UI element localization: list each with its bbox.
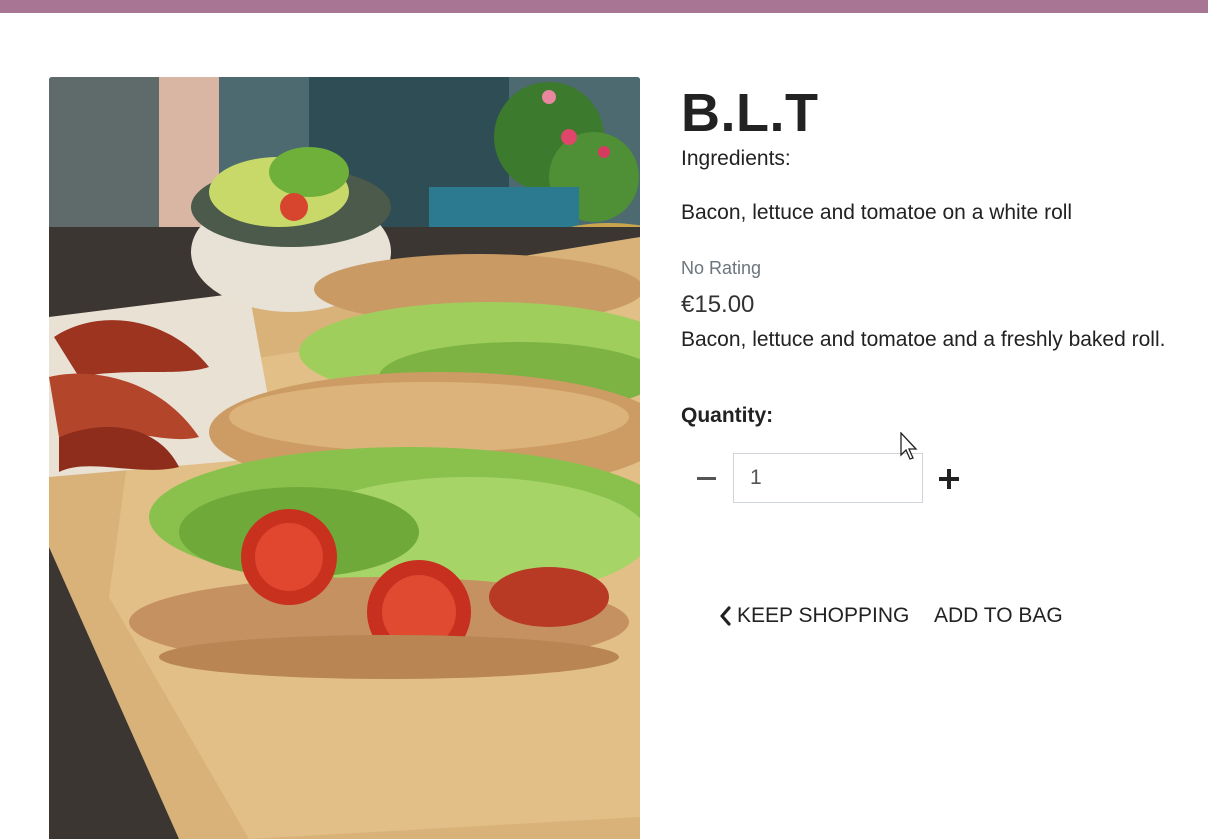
ingredients-text: Bacon, lettuce and tomatoe on a white ro… (681, 201, 1073, 224)
minus-icon (697, 477, 716, 480)
mouse-cursor-icon (900, 432, 918, 460)
add-to-bag-button[interactable]: Add to Bag (934, 604, 1063, 628)
chevron-left-icon (720, 606, 731, 626)
top-navbar (0, 0, 1208, 13)
ingredients-label: Ingredients: (681, 147, 791, 170)
keep-shopping-button[interactable]: Keep Shopping (719, 604, 909, 628)
product-title: B.L.T (681, 83, 819, 143)
increment-button[interactable] (937, 465, 961, 493)
product-image (49, 77, 640, 839)
quantity-label: Quantity: (681, 404, 774, 427)
product-description: Bacon, lettuce and tomatoe and a freshly… (681, 328, 1166, 351)
keep-shopping-label: Keep Shopping (737, 604, 910, 627)
product-rating: No Rating (681, 258, 762, 278)
decrement-button[interactable] (695, 462, 719, 496)
quantity-input[interactable] (733, 453, 923, 503)
product-price: €15.00 (681, 291, 755, 318)
